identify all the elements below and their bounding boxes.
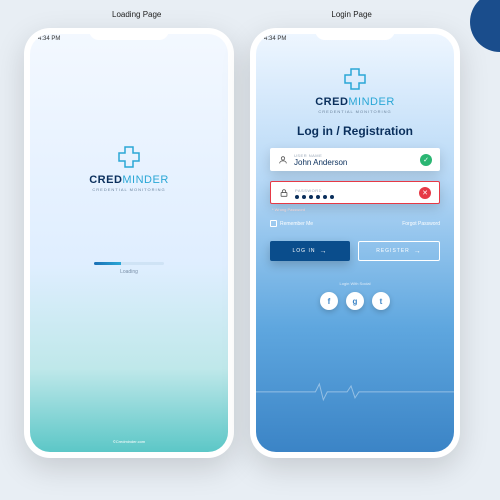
google-login-button[interactable]: g [346, 292, 364, 310]
facebook-icon: f [328, 297, 331, 306]
user-icon [278, 155, 288, 165]
medical-cross-icon [342, 66, 368, 92]
medical-cross-icon [116, 144, 142, 170]
username-value: John Anderson [294, 158, 414, 167]
lock-icon [279, 188, 289, 198]
twitter-login-button[interactable]: t [372, 292, 390, 310]
status-time: 4:34 PM [264, 36, 286, 42]
register-button[interactable]: REGISTER→ [358, 241, 440, 261]
password-value [295, 195, 413, 199]
page-title: Log in / Registration [297, 124, 413, 138]
loading-label: Loading [120, 269, 138, 275]
brand-logo: CREDMINDER CREDENTIAL MONITORING [315, 66, 395, 114]
facebook-login-button[interactable]: f [320, 292, 338, 310]
password-label: PASSWORD [295, 188, 413, 193]
footer-copyright: ©Credminder.com [30, 439, 228, 444]
password-field[interactable]: PASSWORD ✕ [270, 181, 440, 204]
heartbeat-line-icon [256, 382, 454, 402]
google-icon: g [353, 297, 358, 306]
twitter-icon: t [380, 297, 383, 306]
forgot-password-link[interactable]: Forgot Password [402, 221, 440, 227]
phone-notch [89, 28, 169, 40]
checkmark-icon: ✓ [420, 154, 432, 166]
login-page-label: Login Page [331, 10, 371, 19]
arrow-right-icon: → [414, 248, 422, 255]
page-labels: Loading Page Login Page [0, 10, 500, 19]
phone-notch [315, 28, 395, 40]
error-message: * Wrong Password [272, 207, 305, 212]
social-login-label: Login With Social [340, 281, 371, 286]
remember-me-checkbox[interactable]: Remember Me [270, 220, 313, 227]
loading-progress [94, 262, 164, 265]
username-field[interactable]: USER NAME John Anderson ✓ [270, 148, 440, 171]
arrow-right-icon: → [319, 248, 327, 255]
brand-logo: CREDMINDER CREDENTIAL MONITORING [89, 144, 169, 192]
error-icon: ✕ [419, 187, 431, 199]
phone-frame-loading: 4:34 PM CREDMINDER CREDENTIAL MONITORING… [24, 28, 234, 458]
status-time: 4:34 PM [38, 36, 60, 42]
phone-frame-login: 4:34 PM CREDMINDER CREDENTIAL MONITORING… [250, 28, 460, 458]
checkbox-icon [270, 220, 277, 227]
login-button[interactable]: LOG IN→ [270, 241, 350, 261]
loading-page-label: Loading Page [112, 10, 161, 19]
